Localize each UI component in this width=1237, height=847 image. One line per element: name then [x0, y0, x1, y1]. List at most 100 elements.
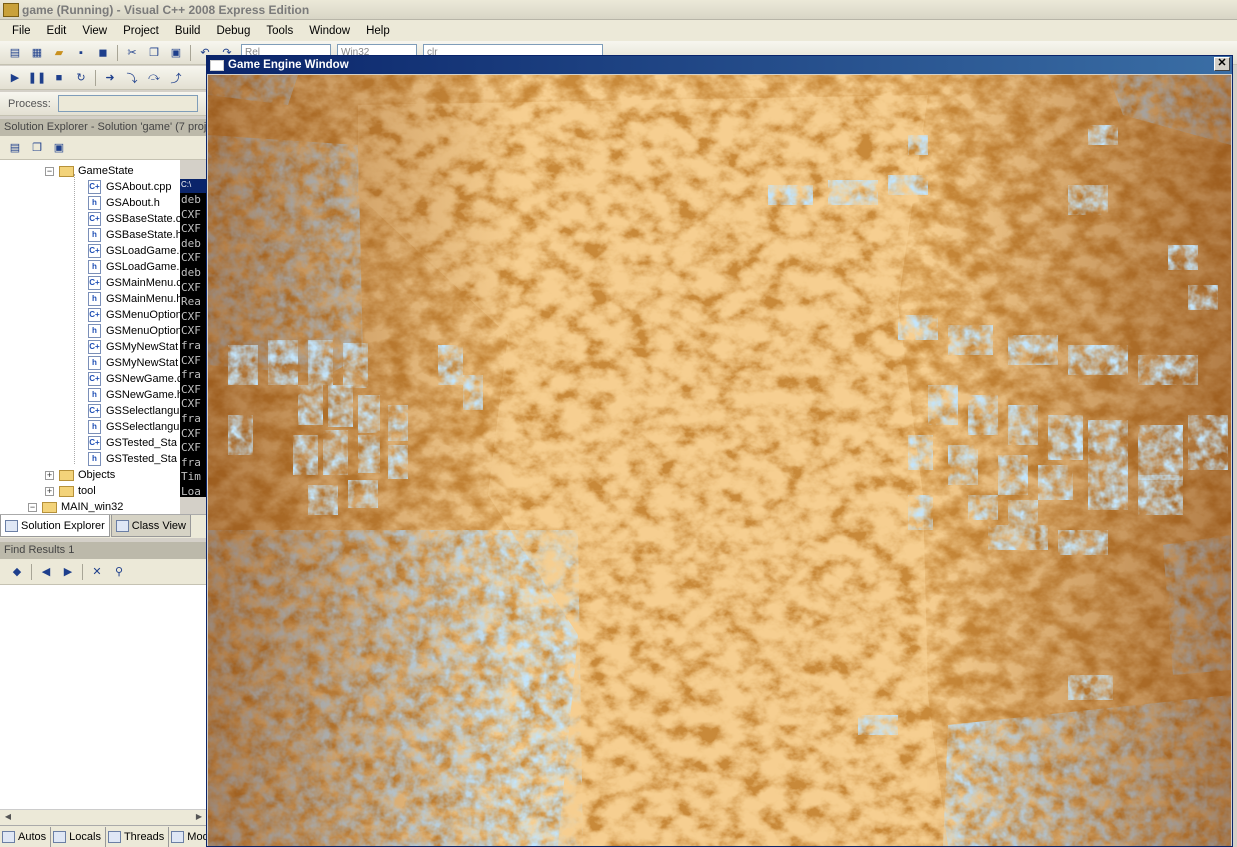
tree-file[interactable]: h GSMainMenu.h: [88, 291, 180, 307]
tree-file[interactable]: h GSMyNewStat: [88, 355, 178, 371]
blue-texture-tile: [1058, 530, 1108, 555]
tree-file[interactable]: h GSLoadGame.h: [88, 259, 180, 275]
go-to-location-icon[interactable]: ◆: [8, 564, 26, 580]
solution-explorer-icon: [5, 519, 18, 532]
tree-file[interactable]: C+ GSMenuOption: [88, 307, 180, 323]
previous-result-icon[interactable]: ◀: [37, 564, 55, 580]
menu-debug[interactable]: Debug: [208, 25, 258, 37]
step-out-icon[interactable]: ⤴: [167, 70, 185, 86]
tree-file[interactable]: h GSMenuOption: [88, 323, 180, 339]
save-all-icon[interactable]: ◼: [94, 45, 112, 61]
tree-item-label: GSMyNewStat: [106, 341, 179, 353]
tree-file[interactable]: h GSBaseState.h: [88, 227, 180, 243]
show-next-statement-icon[interactable]: ➜: [101, 70, 119, 86]
tree-folder[interactable]: + Objects: [45, 467, 115, 483]
tree-file[interactable]: h GSNewGame.h: [88, 387, 180, 403]
game-window-titlebar[interactable]: Game Engine Window ✕: [207, 56, 1232, 74]
add-item-icon[interactable]: ▦: [28, 45, 46, 61]
header-file-icon: h: [88, 356, 101, 370]
tree-item-label: GSNewGame.h: [106, 389, 180, 401]
console-line: CXF: [181, 382, 201, 396]
tab-solution-explorer[interactable]: Solution Explorer: [0, 515, 110, 537]
tree-file[interactable]: C+ GSLoadGame.c: [88, 243, 180, 259]
save-icon[interactable]: ▪: [72, 45, 90, 61]
break-all-icon[interactable]: ❚❚: [28, 70, 46, 86]
next-result-icon[interactable]: ▶: [59, 564, 77, 580]
menu-file[interactable]: File: [4, 25, 39, 37]
tree-item-label: GSBaseState.c: [106, 213, 180, 225]
tree-file[interactable]: h GSAbout.h: [88, 195, 160, 211]
blue-texture-tile: [323, 430, 348, 475]
tree-file[interactable]: C+ GSSelectlangu: [88, 403, 179, 419]
tree-file[interactable]: C+ GSAbout.cpp: [88, 179, 171, 195]
blue-texture-tile: [308, 485, 338, 515]
tree-item-label: GSSelectlangu: [106, 405, 180, 417]
menu-project[interactable]: Project: [115, 25, 167, 37]
tree-expander-icon[interactable]: +: [45, 486, 54, 496]
console-line: deb: [181, 265, 201, 279]
menu-build[interactable]: Build: [167, 25, 209, 37]
refresh-icon[interactable]: ▣: [50, 140, 68, 156]
menu-edit[interactable]: Edit: [39, 25, 75, 37]
solution-tree[interactable]: − GameState C+ GSAbout.cpp h GSAbout.h C+ GSBas…: [0, 160, 180, 514]
tab-autos[interactable]: Autos: [0, 826, 52, 847]
tree-folder[interactable]: − MAIN_win32: [28, 499, 123, 514]
tree-file[interactable]: h GSSelectlangu: [88, 419, 179, 435]
clear-all-icon[interactable]: ✕: [88, 564, 106, 580]
scroll-right-icon[interactable]: ▶: [192, 812, 206, 824]
tree-expander-icon[interactable]: +: [45, 470, 54, 480]
game-engine-window[interactable]: Game Engine Window ✕: [206, 55, 1233, 847]
render-viewport[interactable]: [208, 75, 1231, 846]
blue-texture-tile: [858, 715, 898, 735]
modules-icon: [171, 830, 185, 843]
tree-item-label: GSMenuOption: [106, 309, 180, 321]
rendered-scene: [208, 75, 1231, 846]
tree-expander-icon[interactable]: −: [45, 166, 54, 176]
scroll-left-icon[interactable]: ◀: [1, 812, 15, 824]
continue-icon[interactable]: ▶: [6, 70, 24, 86]
process-combo[interactable]: [57, 95, 198, 112]
tree-file[interactable]: C+ GSTested_Sta: [88, 435, 177, 451]
blue-texture-tile: [358, 395, 380, 433]
stop-find-icon[interactable]: ⚲: [110, 564, 128, 580]
tree-file[interactable]: C+ GSMyNewStat: [88, 339, 178, 355]
blue-texture-tile: [1138, 425, 1183, 480]
tree-file[interactable]: C+ GSNewGame.c: [88, 371, 180, 387]
cpp-file-icon: C+: [88, 244, 101, 258]
blue-texture-tile: [948, 325, 993, 355]
tree-file[interactable]: h GSTested_Sta: [88, 451, 177, 467]
close-button[interactable]: ✕: [1214, 57, 1230, 71]
tab-threads[interactable]: Threads: [106, 826, 170, 847]
console-line: CXF: [181, 207, 201, 221]
tree-folder[interactable]: + tool: [45, 483, 96, 499]
menu-view[interactable]: View: [74, 25, 115, 37]
tree-file[interactable]: C+ GSMainMenu.c: [88, 275, 180, 291]
show-all-files-icon[interactable]: ❐: [28, 140, 46, 156]
restart-icon[interactable]: ↻: [72, 70, 90, 86]
find-results-body[interactable]: [0, 585, 207, 809]
paste-icon[interactable]: ▣: [167, 45, 185, 61]
menu-tools[interactable]: Tools: [258, 25, 301, 37]
open-file-icon[interactable]: ▰: [50, 45, 68, 61]
console-window[interactable]: C:\ deb CXF CXF deb CXF deb CXF Rea CXF CXF fra CXF…: [180, 179, 208, 497]
step-into-icon[interactable]: ⤵: [123, 70, 141, 86]
menu-help[interactable]: Help: [358, 25, 398, 37]
tab-label: Threads: [123, 830, 165, 843]
tree-folder[interactable]: − GameState: [45, 163, 134, 179]
console-line: fra: [181, 455, 201, 469]
tree-file[interactable]: C+ GSBaseState.c: [88, 211, 180, 227]
tree-expander-icon[interactable]: −: [28, 502, 37, 512]
properties-icon[interactable]: ▤: [6, 140, 24, 156]
cut-icon[interactable]: ✂: [123, 45, 141, 61]
horizontal-scrollbar[interactable]: ◀ ▶: [0, 809, 207, 825]
new-project-icon[interactable]: ▤: [6, 45, 24, 61]
class-view-icon: [115, 519, 129, 532]
tab-class-view[interactable]: Class View: [110, 515, 191, 537]
toolbar-separator: [117, 44, 118, 61]
menu-window[interactable]: Window: [301, 25, 358, 37]
step-over-icon[interactable]: ⤼: [145, 70, 163, 86]
stop-icon[interactable]: ■: [50, 70, 68, 86]
copy-icon[interactable]: ❐: [145, 45, 163, 61]
tab-modules[interactable]: Mod: [169, 827, 207, 847]
tab-locals[interactable]: Locals: [51, 826, 106, 847]
